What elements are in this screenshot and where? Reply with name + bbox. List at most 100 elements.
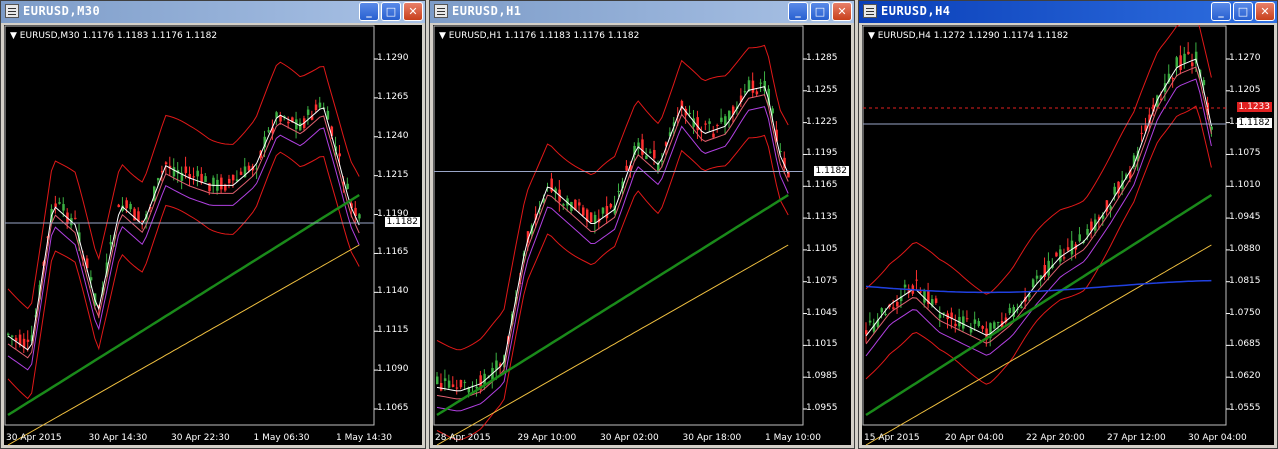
time-axis-label: 30 Apr 14:30 [88, 433, 148, 443]
candle-body [617, 190, 621, 192]
chart-window-m30[interactable]: EURUSD,M30 _ □ ✕ ▼ EURUSD,M30 1.1176 1.1… [0, 0, 426, 449]
price-axis-label: 1.1265 [377, 91, 409, 102]
time-axis-label: 27 Apr 12:00 [1107, 433, 1166, 443]
ma-long [436, 244, 789, 446]
candle-body [1020, 306, 1023, 309]
candle-body [156, 178, 160, 181]
price-axis-label: 1.1195 [806, 148, 838, 159]
current-price-tag: 1.1182 [384, 217, 420, 227]
price-axis-label: 1.1215 [377, 169, 409, 180]
candle-body [1008, 307, 1012, 314]
candle-body [582, 207, 585, 216]
close-button[interactable]: ✕ [832, 2, 852, 21]
price-axis-label: 1.0750 [1229, 307, 1261, 318]
candle-body [896, 301, 899, 307]
symbol-ohlc: EURUSD,M30 1.1176 1.1183 1.1176 1.1182 [19, 31, 218, 41]
close-button[interactable]: ✕ [1255, 2, 1275, 21]
time-axis-label: 30 Apr 04:00 [1188, 433, 1247, 443]
titlebar[interactable]: EURUSD,M30 _ □ ✕ [1, 1, 425, 23]
candlestick-plot [862, 25, 1230, 446]
candle-body [129, 203, 132, 210]
candle-body [455, 387, 459, 389]
candle-body [712, 133, 715, 138]
candle-body [1086, 228, 1089, 235]
candle-body [58, 202, 61, 204]
candle-body [1202, 79, 1206, 86]
ma-long [865, 244, 1212, 446]
price-axis-label: 1.1135 [806, 212, 838, 223]
maximize-button[interactable]: □ [1233, 2, 1253, 21]
candle-body [117, 204, 120, 208]
candle-body [227, 178, 231, 184]
chart-window-h4[interactable]: EURUSD,H4 _ □ ✕ ▼ EURUSD,H4 1.1272 1.129… [858, 0, 1278, 449]
candle-body [247, 165, 251, 171]
candle-body [743, 91, 747, 93]
minimize-button[interactable]: _ [1211, 2, 1231, 21]
candle-body [443, 378, 447, 381]
candle-body [314, 104, 318, 111]
candle-body [1055, 252, 1058, 257]
candle-body [993, 322, 996, 329]
candle-body [299, 122, 302, 131]
candle-body [938, 314, 942, 318]
price-axis-label: 1.1240 [377, 130, 409, 141]
price-chart[interactable]: ▼ EURUSD,M30 1.1176 1.1183 1.1176 1.1182… [4, 25, 422, 446]
candle-body [965, 318, 969, 320]
chart-window-icon [5, 4, 19, 18]
candle-body [605, 205, 609, 219]
time-axis-label: 30 Apr 18:00 [682, 433, 742, 443]
candle-body [645, 155, 648, 160]
minimize-button[interactable]: _ [788, 2, 808, 21]
minimize-button[interactable]: _ [359, 2, 379, 21]
price-axis-label: 1.0620 [1229, 371, 1261, 382]
candle-body [439, 382, 443, 391]
maximize-button[interactable]: □ [810, 2, 830, 21]
current-price-tag: 1.1182 [1236, 118, 1272, 128]
price-axis-label: 1.1225 [806, 116, 838, 127]
candle-body [716, 125, 719, 127]
candle-body [1090, 221, 1093, 231]
window-title: EURUSD,M30 [23, 4, 101, 18]
ma-trend [436, 193, 789, 417]
price-axis-label: 1.1010 [1229, 180, 1261, 191]
candle-body [969, 328, 973, 333]
price-axis-label: 1.1285 [806, 53, 838, 63]
candle-body [475, 386, 478, 389]
symbol-header: ▼ EURUSD,H1 1.1176 1.1183 1.1176 1.1182 [439, 31, 640, 41]
price-axis-label: 1.1270 [1229, 53, 1261, 63]
candle-body [1035, 275, 1039, 279]
maximize-button[interactable]: □ [381, 2, 401, 21]
candle-body [660, 160, 664, 162]
candle-body [1183, 53, 1186, 64]
window-title: EURUSD,H1 [452, 4, 522, 18]
candle-body [125, 200, 128, 209]
time-axis-label: 22 Apr 20:00 [1026, 433, 1085, 443]
candle-body [1059, 249, 1062, 262]
candle-body [26, 339, 30, 342]
candle-body [1179, 55, 1182, 71]
current-price-tag: 1.1182 [813, 165, 849, 176]
price-axis-label: 1.1165 [377, 247, 409, 258]
candle-body [880, 308, 884, 313]
price-axis-label: 1.1205 [1229, 84, 1261, 95]
bollinger-lower [436, 134, 789, 441]
price-chart[interactable]: ▼ EURUSD,H1 1.1176 1.1183 1.1176 1.1182 … [433, 25, 851, 446]
candle-body [436, 376, 439, 385]
candle-body [892, 307, 895, 309]
candle-body [287, 121, 290, 124]
close-button[interactable]: ✕ [403, 2, 423, 21]
chart-window-h1[interactable]: EURUSD,H1 _ □ ✕ ▼ EURUSD,H1 1.1176 1.118… [429, 0, 855, 449]
titlebar[interactable]: EURUSD,H1 _ □ ✕ [430, 1, 854, 23]
candle-body [267, 130, 270, 132]
candle-body [977, 321, 981, 326]
price-chart[interactable]: ▼ EURUSD,H4 1.1272 1.1290 1.1174 1.1182 … [862, 25, 1274, 446]
price-axis-label: 1.1290 [377, 53, 409, 63]
titlebar[interactable]: EURUSD,H4 _ □ ✕ [859, 1, 1277, 23]
candle-body [601, 207, 605, 214]
candle-body [196, 170, 199, 177]
candle-body [771, 108, 774, 114]
symbol-header: ▼ EURUSD,H4 1.1272 1.1290 1.1174 1.1182 [868, 31, 1069, 41]
candle-body [649, 151, 652, 153]
candle-body [346, 183, 349, 189]
candle-body [54, 203, 57, 208]
